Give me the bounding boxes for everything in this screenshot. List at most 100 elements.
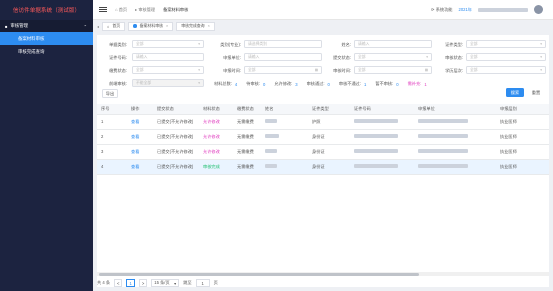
pay-status-select[interactable]: 全部 ▾ <box>132 66 204 74</box>
breadcrumb-current: 备案材料审核 <box>163 6 189 12</box>
goto-page-input[interactable]: 1 <box>195 279 210 287</box>
id-type-select[interactable]: 全部 ▾ <box>466 40 546 48</box>
stat-value: 0 <box>396 81 399 87</box>
top-header: ⌂ 首页 ▸ 审核管理 备案材料审核 ⟳ 系统功能 2021年 <box>93 0 553 20</box>
cell-material-status: 允许修改 <box>199 114 233 130</box>
tab-audit-query[interactable]: 审核完成查询 × <box>176 21 215 31</box>
view-link[interactable]: 查看 <box>127 144 153 160</box>
cell-no: 4 <box>97 159 127 175</box>
stat-label: 审核不通过: <box>338 81 361 86</box>
sidebar-item-material-audit[interactable]: 备案材料审核 <box>0 32 93 45</box>
tabs-bar: ◂ ⌂ 首页 备案材料审核 × 审核完成查询 × <box>93 20 553 32</box>
chevron-down-icon: ▾ <box>174 280 177 286</box>
cell-unit-redacted <box>414 159 496 175</box>
filter-label: 审核状态: <box>445 55 463 60</box>
cell-name-redacted <box>261 114 308 130</box>
breadcrumb-section[interactable]: ▸ 审核管理 <box>135 7 155 13</box>
next-page-button[interactable]: > <box>138 279 148 287</box>
prev-page-button[interactable]: < <box>114 279 123 287</box>
header-right: ⟳ 系统功能 2021年 <box>431 5 543 14</box>
cell-material-status: 审核完成 <box>199 159 233 175</box>
scrollbar-thumb[interactable] <box>99 272 419 276</box>
search-button[interactable]: 搜索 <box>506 88 524 97</box>
category-select[interactable]: 全部 ▾ <box>132 40 204 48</box>
cell-material-status: 允许修改 <box>199 144 233 160</box>
view-link[interactable]: 查看 <box>127 159 153 175</box>
system-function-link[interactable]: ⟳ 系统功能 <box>431 7 452 13</box>
tabs-scroll-left-icon[interactable]: ◂ <box>97 24 99 29</box>
cell-unit-redacted <box>414 129 496 145</box>
year-label: 2021年 <box>458 6 472 12</box>
filter-label: 缴费状态: <box>109 68 127 73</box>
id-number-input[interactable]: 请输入 <box>132 53 204 61</box>
cell-id-type: 身份证 <box>308 144 350 160</box>
major-select[interactable]: 请选择类别 <box>244 40 322 48</box>
filter-label: 姓名: <box>341 42 351 47</box>
cell-submit-status: 已提交(不允许修改) <box>153 159 199 175</box>
filter-label: 申报时间: <box>223 68 241 73</box>
reset-button[interactable]: 重置 <box>527 88 545 97</box>
col-header: 姓名 <box>261 104 308 115</box>
sidebar-item-audit-query[interactable]: 审核完成查询 <box>0 45 93 58</box>
sidebar-group-icon: ■ <box>5 23 8 29</box>
home-icon: ⌂ <box>107 23 110 29</box>
app-logo-title: 信访件单据系统（测试版） <box>0 0 93 20</box>
tab-material-audit[interactable]: 备案材料审核 × <box>128 21 174 31</box>
cell-no: 1 <box>97 114 127 130</box>
sidebar-group-audit[interactable]: ■ 审核管理 ⌃ <box>0 20 93 32</box>
filter-label: 申报单位: <box>223 55 241 60</box>
tab-home[interactable]: ⌂ 首页 <box>102 21 126 31</box>
goto-label: 跳至 <box>183 280 192 285</box>
cell-name-redacted <box>261 159 308 175</box>
cell-id-type: 护照 <box>308 114 350 130</box>
cell-unit-redacted <box>414 144 496 160</box>
unit-input[interactable]: 请输入 <box>244 53 322 61</box>
chevron-down-icon: ▾ <box>540 55 542 59</box>
col-header: 缴费状态 <box>233 104 261 115</box>
cell-id-number-redacted <box>350 159 414 175</box>
cell-unit-redacted <box>414 114 496 130</box>
page-size-select[interactable]: 15 条/页 ▾ <box>151 279 180 287</box>
active-tab-dot-icon <box>133 24 137 28</box>
close-icon[interactable]: × <box>166 24 168 28</box>
cell-level: 执业医师 <box>496 129 549 145</box>
filter-label: 学历层次: <box>445 68 463 73</box>
col-header: 操作 <box>127 104 153 115</box>
menu-toggle-icon[interactable] <box>99 6 107 13</box>
audit-status-select[interactable]: 全部 ▾ <box>466 53 546 61</box>
page-number-button[interactable]: 1 <box>126 279 135 287</box>
horizontal-scrollbar[interactable] <box>97 272 549 276</box>
cell-id-number-redacted <box>350 129 414 145</box>
stats-line: 材料总数: 4 待审核: 0 允许修改: 3 审核通过: 0 审核不通过: 1 暂不审核:… <box>214 81 427 87</box>
education-select[interactable]: 全部 ▾ <box>466 66 546 74</box>
breadcrumb-home[interactable]: ⌂ 首页 <box>115 7 127 13</box>
chevron-down-icon: ▾ <box>540 68 542 72</box>
col-header: 证件类型 <box>308 104 350 115</box>
name-input[interactable]: 请输入 <box>354 40 432 48</box>
cell-level: 执业医师 <box>496 144 549 160</box>
cell-pay-status: 无需缴费 <box>233 159 261 175</box>
front-audit-select[interactable]: 不能全部 ▾ <box>132 79 204 87</box>
stat-value: 3 <box>295 81 298 87</box>
cell-name-redacted <box>261 144 308 160</box>
table-row: 4 查看 已提交(不允许修改) 审核完成 无需缴费 身份证 执业医师 <box>97 159 549 175</box>
chevron-down-icon: ▾ <box>198 81 200 85</box>
col-header: 证件号码 <box>350 104 414 115</box>
cell-id-type: 身份证 <box>308 159 350 175</box>
col-header: 提交状态 <box>153 104 199 115</box>
view-link[interactable]: 查看 <box>127 129 153 145</box>
close-icon[interactable]: × <box>208 24 210 28</box>
view-link[interactable]: 查看 <box>127 114 153 130</box>
export-button[interactable]: 导出 <box>102 89 118 98</box>
breadcrumb: ⌂ 首页 ▸ 审核管理 备案材料审核 <box>115 7 188 13</box>
audit-date-picker[interactable]: 全部 ▦ <box>354 66 432 74</box>
cell-level: 执业医师 <box>496 159 549 175</box>
stat-value: 0 <box>327 81 330 87</box>
submit-status-select[interactable]: 全部 ▾ <box>354 53 432 61</box>
apply-date-picker[interactable]: 全部 ▦ <box>244 66 322 74</box>
chevron-down-icon: ▾ <box>198 42 200 46</box>
total-count: 共 4 条 <box>97 280 111 285</box>
avatar[interactable] <box>534 5 543 14</box>
sidebar: 信访件单据系统（测试版） ■ 审核管理 ⌃ 备案材料审核 审核完成查询 <box>0 0 93 291</box>
col-header: 材料状态 <box>199 104 233 115</box>
